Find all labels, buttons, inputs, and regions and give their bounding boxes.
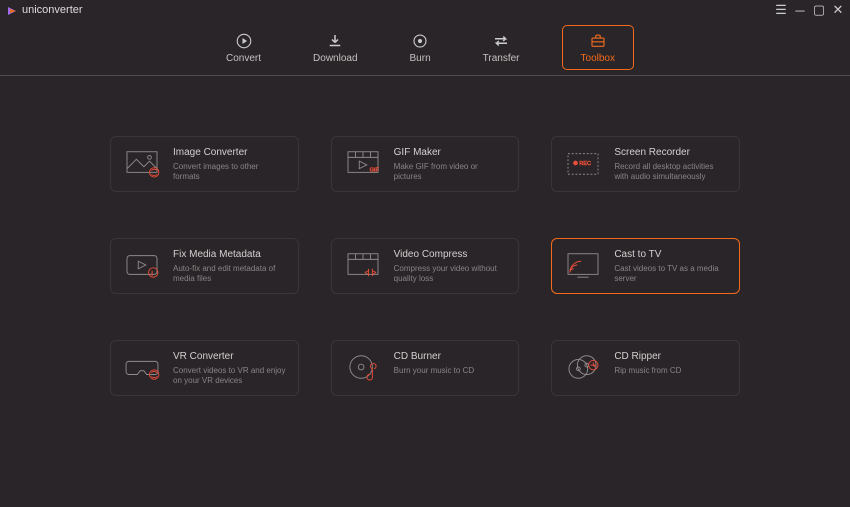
tool-gif-maker[interactable]: GIF GIF Maker Make GIF from video or pic… bbox=[331, 136, 520, 192]
transfer-icon bbox=[491, 31, 511, 51]
download-icon bbox=[325, 31, 345, 51]
tool-title: Video Compress bbox=[394, 249, 507, 260]
screen-recorder-icon: REC bbox=[564, 147, 602, 179]
logo-area: uniconverter bbox=[6, 4, 83, 16]
toolbox-icon bbox=[588, 31, 608, 51]
tool-fix-media-metadata[interactable]: i Fix Media Metadata Auto-fix and edit m… bbox=[110, 238, 299, 294]
tool-desc: Record all desktop activities with audio… bbox=[614, 162, 727, 183]
tool-title: Cast to TV bbox=[614, 249, 727, 260]
logo-icon bbox=[6, 4, 18, 16]
tool-desc: Auto-fix and edit metadata of media file… bbox=[173, 264, 286, 285]
svg-text:REC: REC bbox=[580, 161, 592, 167]
tab-label: Burn bbox=[410, 53, 431, 64]
convert-icon bbox=[234, 31, 254, 51]
cd-burner-icon bbox=[344, 351, 382, 383]
tool-title: Image Converter bbox=[173, 147, 286, 158]
tool-cd-ripper[interactable]: CD Ripper Rip music from CD bbox=[551, 340, 740, 396]
tab-transfer[interactable]: Transfer bbox=[473, 25, 530, 70]
tab-label: Toolbox bbox=[581, 53, 615, 64]
fix-media-metadata-icon: i bbox=[123, 249, 161, 281]
toolbox-grid: Image Converter Convert images to other … bbox=[0, 76, 850, 396]
tab-convert[interactable]: Convert bbox=[216, 25, 271, 70]
tool-cast-to-tv[interactable]: Cast to TV Cast videos to TV as a media … bbox=[551, 238, 740, 294]
titlebar: uniconverter ☰ ─ ▢ ✕ bbox=[0, 0, 850, 20]
tool-image-converter[interactable]: Image Converter Convert images to other … bbox=[110, 136, 299, 192]
tool-desc: Make GIF from video or pictures bbox=[394, 162, 507, 183]
close-icon[interactable]: ✕ bbox=[832, 4, 844, 16]
image-converter-icon bbox=[123, 147, 161, 179]
burn-icon bbox=[410, 31, 430, 51]
window-controls: ☰ ─ ▢ ✕ bbox=[775, 4, 844, 16]
tab-label: Transfer bbox=[483, 53, 520, 64]
tab-burn[interactable]: Burn bbox=[400, 25, 441, 70]
tab-label: Convert bbox=[226, 53, 261, 64]
tool-desc: Burn your music to CD bbox=[394, 366, 474, 376]
tool-desc: Convert images to other formats bbox=[173, 162, 286, 183]
tab-label: Download bbox=[313, 53, 357, 64]
tab-toolbox[interactable]: Toolbox bbox=[562, 25, 634, 70]
tab-download[interactable]: Download bbox=[303, 25, 367, 70]
tool-title: GIF Maker bbox=[394, 147, 507, 158]
tool-screen-recorder[interactable]: REC Screen Recorder Record all desktop a… bbox=[551, 136, 740, 192]
tool-title: Fix Media Metadata bbox=[173, 249, 286, 260]
tool-title: CD Ripper bbox=[614, 351, 681, 362]
vr-converter-icon bbox=[123, 351, 161, 383]
cd-ripper-icon bbox=[564, 351, 602, 383]
gif-maker-icon: GIF bbox=[344, 147, 382, 179]
cast-to-tv-icon bbox=[564, 249, 602, 281]
video-compress-icon bbox=[344, 249, 382, 281]
tool-title: VR Converter bbox=[173, 351, 286, 362]
svg-text:i: i bbox=[151, 270, 153, 277]
minimize-icon[interactable]: ─ bbox=[794, 4, 806, 16]
tool-title: Screen Recorder bbox=[614, 147, 727, 158]
svg-text:GIF: GIF bbox=[369, 167, 379, 173]
menu-icon[interactable]: ☰ bbox=[775, 4, 787, 16]
tool-vr-converter[interactable]: VR Converter Convert videos to VR and en… bbox=[110, 340, 299, 396]
tool-video-compress[interactable]: Video Compress Compress your video witho… bbox=[331, 238, 520, 294]
tool-title: CD Burner bbox=[394, 351, 474, 362]
tool-desc: Cast videos to TV as a media server bbox=[614, 264, 727, 285]
tool-desc: Convert videos to VR and enjoy on your V… bbox=[173, 366, 286, 387]
maximize-icon[interactable]: ▢ bbox=[813, 4, 825, 16]
tool-cd-burner[interactable]: CD Burner Burn your music to CD bbox=[331, 340, 520, 396]
tool-desc: Rip music from CD bbox=[614, 366, 681, 376]
tool-desc: Compress your video without quality loss bbox=[394, 264, 507, 285]
app-name: uniconverter bbox=[22, 4, 83, 16]
header-nav: Convert Download Burn Transfer Toolbox bbox=[0, 20, 850, 76]
